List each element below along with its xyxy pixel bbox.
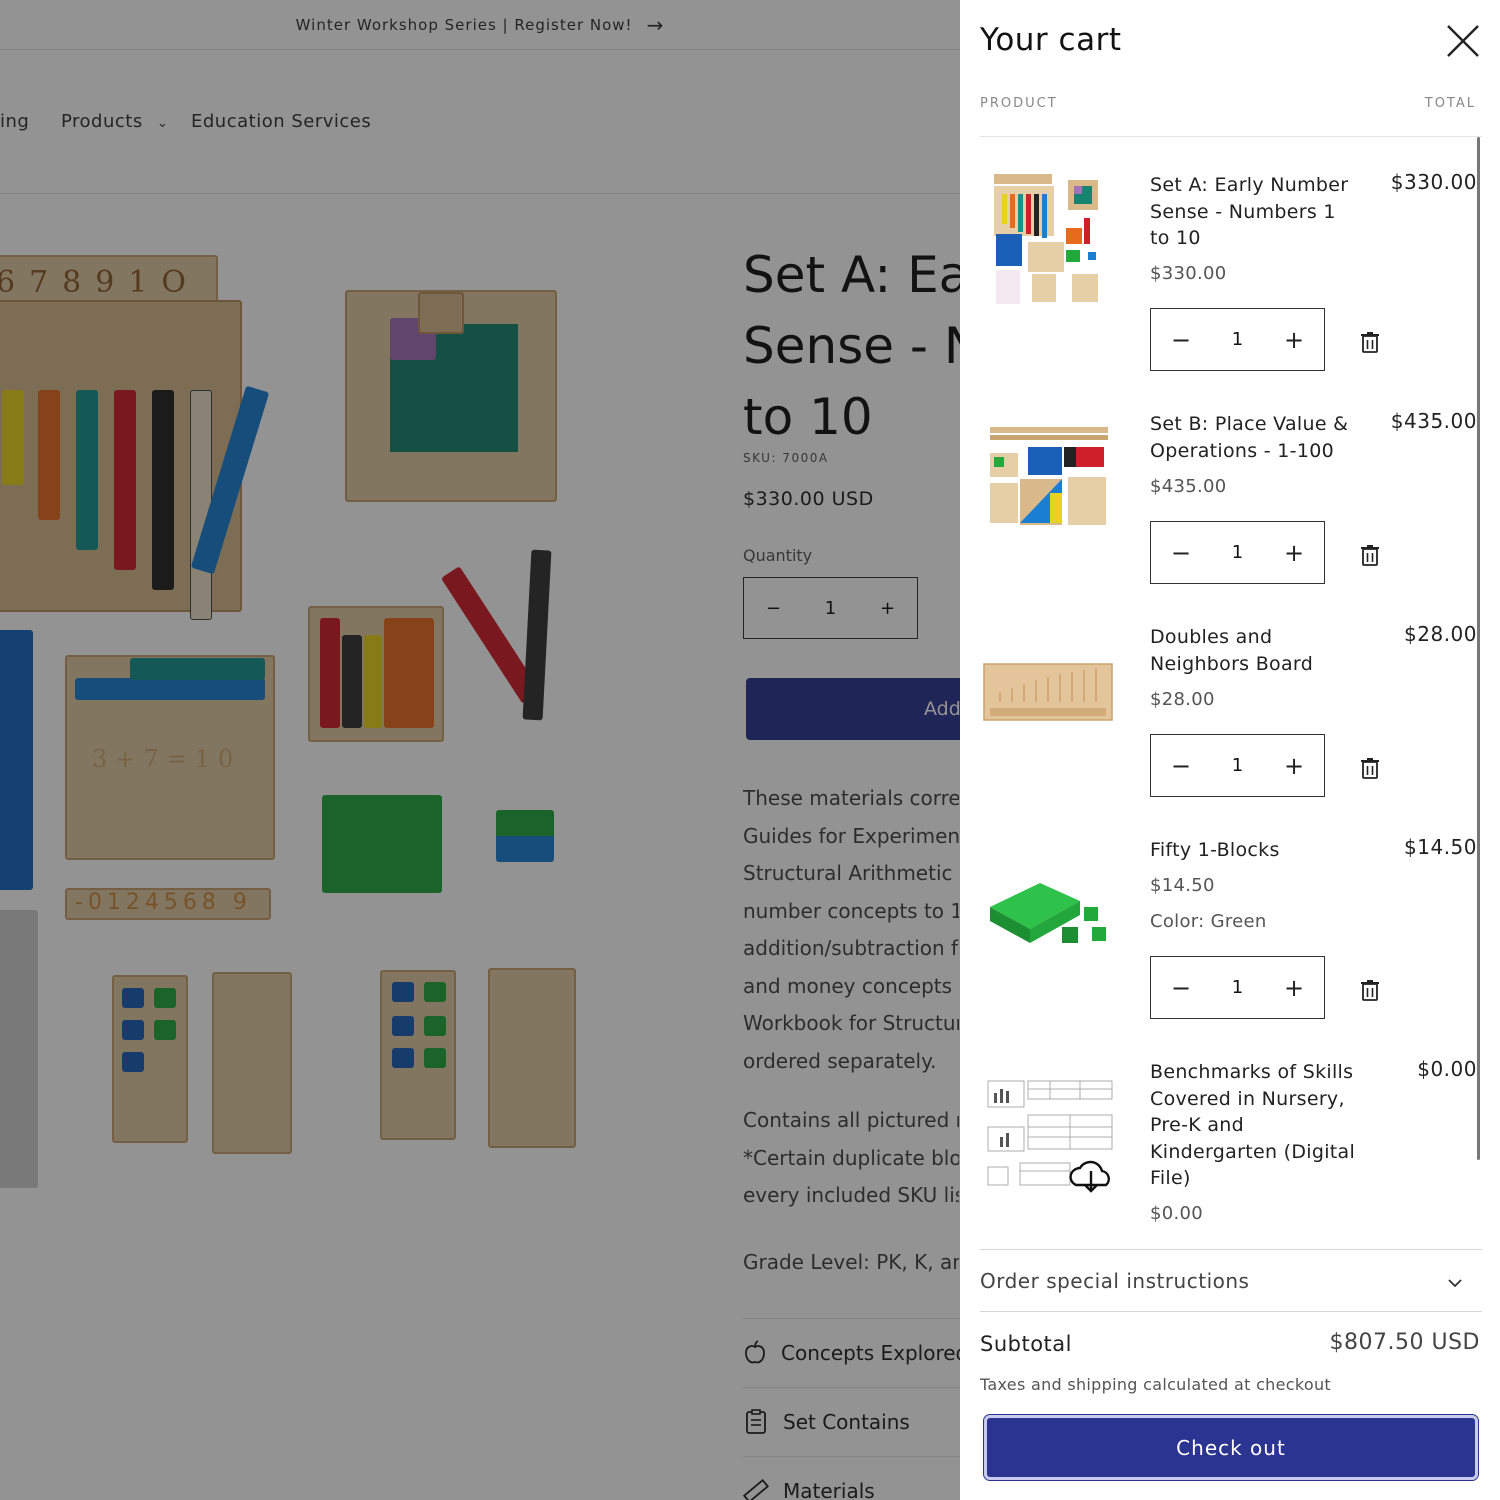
- quantity-stepper: − 1 +: [1150, 521, 1325, 584]
- item-total: $330.00: [1390, 170, 1477, 194]
- item-name[interactable]: Set A: Early Number Sense - Numbers 1 to…: [1150, 172, 1360, 252]
- item-name[interactable]: Doubles and Neighbors Board: [1150, 624, 1360, 677]
- quantity-value[interactable]: 1: [1232, 329, 1243, 350]
- order-instructions-toggle[interactable]: Order special instructions: [980, 1249, 1482, 1312]
- subtotal-value: $807.50 USD: [1329, 1330, 1480, 1355]
- quantity-stepper: − 1 +: [1150, 734, 1325, 797]
- cart-item: Set A: Early Number Sense - Numbers 1 to…: [980, 170, 1480, 390]
- cart-item: Doubles and Neighbors Board $28.00 $28.0…: [980, 622, 1480, 822]
- chevron-down-icon: [1448, 1269, 1462, 1293]
- item-variant: Color: Green: [1150, 911, 1267, 932]
- plus-icon[interactable]: +: [1284, 539, 1304, 567]
- instructions-label: Order special instructions: [980, 1268, 1250, 1293]
- item-total: $0.00: [1417, 1057, 1477, 1081]
- item-thumbnail[interactable]: [980, 423, 1116, 533]
- item-thumbnail[interactable]: [980, 871, 1116, 951]
- cart-item: Fifty 1-Blocks $14.50 $14.50 Color: Gree…: [980, 835, 1480, 1035]
- item-price: $28.00: [1150, 689, 1215, 710]
- checkout-button[interactable]: Check out: [983, 1414, 1479, 1481]
- cart-item: Benchmarks of Skills Covered in Nursery,…: [980, 1057, 1480, 1237]
- cart-item: Set B: Place Value & Operations - 1-100 …: [980, 409, 1480, 609]
- quantity-stepper: − 1 +: [1150, 308, 1325, 371]
- trash-icon[interactable]: [1360, 979, 1380, 1001]
- column-header-product: PRODUCT: [980, 96, 1058, 111]
- quantity-value[interactable]: 1: [1232, 977, 1243, 998]
- item-total: $14.50: [1404, 835, 1477, 859]
- item-price: $14.50: [1150, 875, 1215, 896]
- item-name[interactable]: Set B: Place Value & Operations - 1-100: [1150, 411, 1360, 464]
- item-name[interactable]: Fifty 1-Blocks: [1150, 837, 1360, 864]
- item-price: $0.00: [1150, 1203, 1204, 1224]
- trash-icon[interactable]: [1360, 331, 1380, 353]
- item-price: $435.00: [1150, 476, 1227, 497]
- minus-icon[interactable]: −: [1171, 752, 1191, 780]
- item-thumbnail[interactable]: [980, 1067, 1116, 1197]
- taxes-note: Taxes and shipping calculated at checkou…: [980, 1375, 1331, 1394]
- item-total: $28.00: [1404, 622, 1477, 646]
- minus-icon[interactable]: −: [1171, 539, 1191, 567]
- item-name[interactable]: Benchmarks of Skills Covered in Nursery,…: [1150, 1059, 1360, 1192]
- cart-title: Your cart: [980, 22, 1122, 58]
- trash-icon[interactable]: [1360, 757, 1380, 779]
- item-total: $435.00: [1390, 409, 1477, 433]
- item-thumbnail[interactable]: [980, 662, 1116, 722]
- column-header-total: TOTAL: [1424, 96, 1476, 111]
- quantity-stepper: − 1 +: [1150, 956, 1325, 1019]
- trash-icon[interactable]: [1360, 544, 1380, 566]
- plus-icon[interactable]: +: [1284, 752, 1304, 780]
- subtotal-label: Subtotal: [980, 1332, 1072, 1356]
- quantity-value[interactable]: 1: [1232, 542, 1243, 563]
- item-thumbnail[interactable]: [980, 170, 1116, 310]
- plus-icon[interactable]: +: [1284, 974, 1304, 1002]
- minus-icon[interactable]: −: [1171, 326, 1191, 354]
- minus-icon[interactable]: −: [1171, 974, 1191, 1002]
- quantity-value[interactable]: 1: [1232, 755, 1243, 776]
- plus-icon[interactable]: +: [1284, 326, 1304, 354]
- page-overlay[interactable]: [0, 0, 960, 1500]
- cart-drawer: Your cart PRODUCT TOTAL Set A: Early Num…: [960, 0, 1500, 1500]
- item-price: $330.00: [1150, 263, 1227, 284]
- header-divider: [980, 136, 1482, 137]
- close-icon[interactable]: [1446, 24, 1480, 58]
